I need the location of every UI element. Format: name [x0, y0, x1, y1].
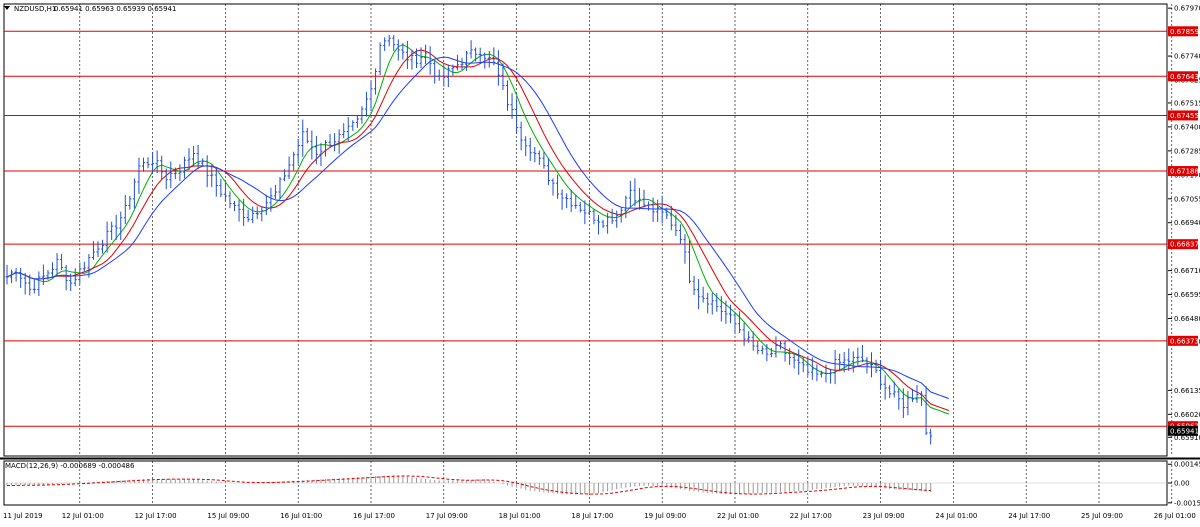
current-price-tag-label: 0.65941 [1170, 427, 1199, 435]
price-tick-label: 0.66710 [1174, 267, 1200, 275]
time-axis-label: 18 Jul 01:00 [499, 512, 541, 520]
time-axis-label: 23 Jul 09:00 [863, 512, 905, 520]
mt4-chart-window[interactable]: 11 Jul 2019 12 Jul 01:00 12 Jul 17:00 15 Ju… [0, 0, 1200, 523]
time-axis-label: 22 Jul 01:00 [717, 512, 759, 520]
time-axis-label: 11 Jul 2019 [3, 512, 43, 520]
price-tick-label: 0.66480 [1174, 315, 1200, 323]
time-axis-label: 12 Jul 17:00 [135, 512, 177, 520]
level-price-tag-label: 0.67643 [1170, 73, 1199, 81]
header-ohlc: 0.65941 0.65963 0.65939 0.65941 [54, 5, 176, 13]
level-price-tag-label: 0.67455 [1170, 112, 1199, 120]
macd-tick-label: -0.001531 [1174, 499, 1200, 507]
chart-svg: 11 Jul 2019 12 Jul 01:00 12 Jul 17:00 15 Ju… [0, 0, 1200, 523]
price-tick-label: 0.67970 [1174, 5, 1200, 13]
price-tick-label: 0.67285 [1174, 147, 1200, 155]
level-price-tag-label: 0.67859 [1170, 28, 1199, 36]
macd-header: MACD(12,26,9) -0.000689 -0.000486 [5, 462, 135, 470]
time-axis-label: 25 Jul 09:00 [1081, 512, 1123, 520]
price-tick-label: 0.67515 [1174, 99, 1200, 107]
time-axis-label: 19 Jul 09:00 [644, 512, 686, 520]
time-axis-label: 17 Jul 09:00 [426, 512, 468, 520]
time-axis-label: 16 Jul 01:00 [280, 512, 322, 520]
price-tick-label: 0.66020 [1174, 411, 1200, 419]
time-axis-label: 15 Jul 09:00 [207, 512, 249, 520]
time-axis-label: 16 Jul 17:00 [353, 512, 395, 520]
time-axis-label: 26 Jul 01:00 [1154, 512, 1196, 520]
price-tick-label: 0.66940 [1174, 219, 1200, 227]
price-tick-label: 0.67400 [1174, 123, 1200, 131]
header-symbol: NZDUSD,H1 [14, 5, 56, 13]
time-axis-label: 12 Jul 01:00 [62, 512, 104, 520]
level-price-tag-label: 0.67188 [1170, 168, 1199, 176]
time-axis-label: 18 Jul 17:00 [571, 512, 613, 520]
price-tick-label: 0.67740 [1174, 53, 1200, 61]
level-price-tag-label: 0.66373 [1170, 337, 1199, 345]
price-tick-label: 0.66135 [1174, 387, 1200, 395]
price-tick-label: 0.67055 [1174, 195, 1200, 203]
time-axis-label: 24 Jul 01:00 [935, 512, 977, 520]
macd-tick-label: 0.00 [1174, 480, 1190, 488]
level-price-tag-label: 0.66837 [1170, 241, 1199, 249]
time-axis-label: 22 Jul 17:00 [790, 512, 832, 520]
time-axis-label: 24 Jul 17:00 [1008, 512, 1050, 520]
macd-tick-label: 0.001451 [1174, 461, 1200, 469]
price-tick-label: 0.66595 [1174, 291, 1200, 299]
